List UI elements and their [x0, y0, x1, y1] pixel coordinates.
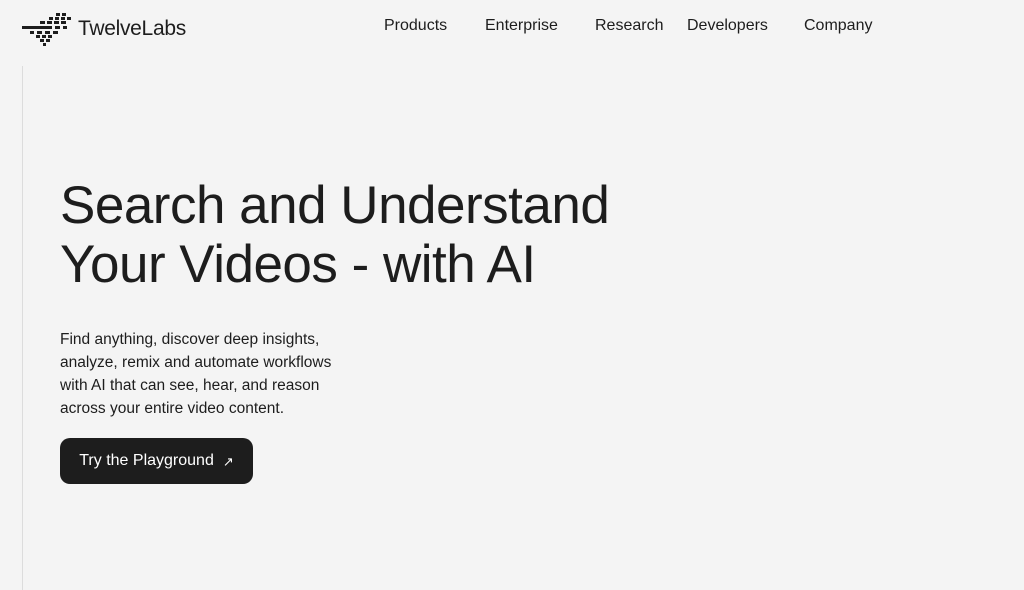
left-divider	[22, 66, 23, 590]
arrow-up-right-icon: ↗	[222, 453, 234, 469]
hero-description-line-2: analyze, remix and automate workflows	[60, 354, 332, 371]
twelvelabs-logo-icon	[22, 13, 71, 46]
site-header: TwelveLabs Products Enterprise Research …	[0, 0, 1024, 66]
hero-title: Search and Understand Your Videos - with…	[60, 176, 760, 294]
brand-logo-link[interactable]: TwelveLabs	[22, 12, 186, 46]
brand-name: TwelveLabs	[78, 17, 186, 40]
hero-description-line-4: across your entire video content.	[60, 400, 285, 417]
page: TwelveLabs Products Enterprise Research …	[0, 0, 1024, 590]
hero-description-line-3: with AI that can see, hear, and reason	[60, 377, 320, 394]
nav-item-company[interactable]: Company	[804, 17, 872, 35]
hero-description: Find anything, discover deep insights, a…	[60, 328, 380, 420]
hero-description-line-1: Find anything, discover deep insights,	[60, 331, 320, 348]
hero-title-line-1: Search and Understand	[60, 176, 610, 235]
hero-title-line-2: Your Videos - with AI	[60, 235, 536, 294]
nav-item-enterprise[interactable]: Enterprise	[485, 17, 558, 35]
try-playground-label: Try the Playground	[79, 452, 214, 469]
nav-item-products[interactable]: Products	[384, 17, 447, 35]
try-playground-button[interactable]: Try the Playground ↗	[60, 438, 253, 484]
nav-item-developers[interactable]: Developers	[687, 17, 768, 35]
nav-item-research[interactable]: Research	[595, 17, 663, 35]
